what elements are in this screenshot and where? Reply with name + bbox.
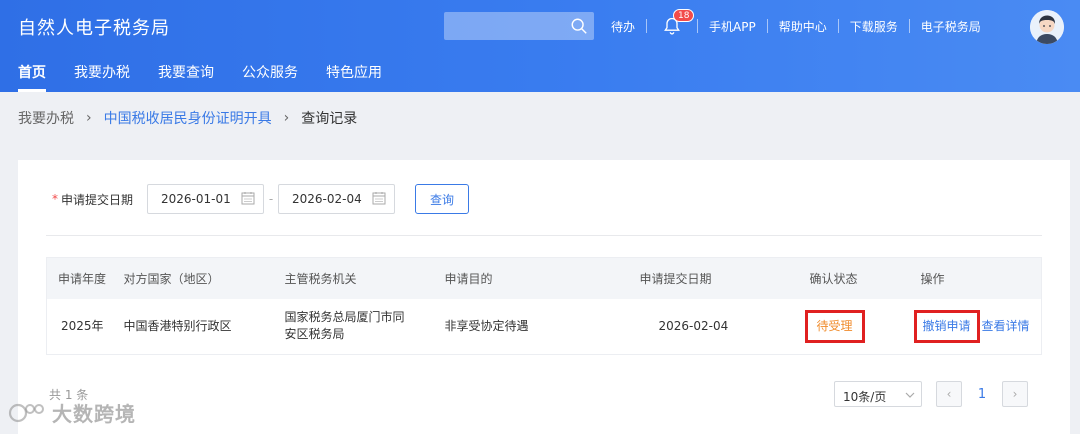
mobile-app-link[interactable]: 手机APP bbox=[698, 18, 767, 35]
main-nav: 首页 我要办税 我要查询 公众服务 特色应用 bbox=[18, 62, 410, 92]
breadcrumb-item-residency-cert[interactable]: 中国税收居民身份证明开具 bbox=[104, 108, 272, 128]
cell-purpose: 非享受协定待遇 bbox=[433, 298, 629, 355]
breadcrumb-item-do-tax[interactable]: 我要办税 bbox=[18, 108, 74, 128]
avatar[interactable] bbox=[1030, 10, 1064, 44]
page-size-value: 10条/页 bbox=[843, 390, 887, 404]
col-actions: 操作 bbox=[909, 257, 1042, 299]
e-tax-bureau-link[interactable]: 电子税务局 bbox=[910, 18, 992, 35]
end-date-value: 2026-02-04 bbox=[292, 192, 362, 206]
page-number-current[interactable]: 1 bbox=[974, 387, 990, 402]
app-title: 自然人电子税务局 bbox=[18, 18, 170, 39]
cell-status: 待受理 bbox=[798, 298, 910, 355]
view-details-link[interactable]: 查看详情 bbox=[982, 319, 1030, 333]
start-date-value: 2026-01-01 bbox=[161, 192, 231, 206]
chevron-right-icon: › bbox=[283, 110, 290, 126]
tab-query[interactable]: 我要查询 bbox=[158, 62, 214, 92]
watermark-logo-icon bbox=[8, 403, 44, 422]
records-table: 申请年度 对方国家（地区） 主管税务机关 申请目的 申请提交日期 确认状态 操作… bbox=[46, 257, 1042, 355]
cell-year: 2025年 bbox=[46, 298, 113, 355]
breadcrumb-item-query-records: 查询记录 bbox=[301, 111, 358, 127]
breadcrumb: 我要办税 › 中国税收居民身份证明开具 › 查询记录 bbox=[18, 108, 357, 128]
next-page-button[interactable]: › bbox=[1002, 381, 1028, 407]
cell-authority: 国家税务总局厦门市同安区税务局 bbox=[273, 298, 434, 355]
notification-badge: 18 bbox=[673, 9, 695, 22]
date-separator: - bbox=[268, 192, 274, 206]
page-size-select[interactable]: 10条/页 bbox=[834, 381, 922, 407]
end-date-input[interactable]: 2026-02-04 bbox=[278, 184, 396, 214]
cell-actions: 撤销申请 查看详情 bbox=[909, 298, 1042, 355]
notification-button[interactable]: 18 bbox=[647, 9, 697, 41]
watermark-text: 大数跨境 bbox=[52, 402, 136, 426]
top-links: 待办 18 手机APP 帮助中心 下载服务 电子税务局 bbox=[600, 0, 992, 52]
table-header-row: 申请年度 对方国家（地区） 主管税务机关 申请目的 申请提交日期 确认状态 操作 bbox=[46, 257, 1042, 299]
col-authority: 主管税务机关 bbox=[273, 257, 434, 299]
chevron-down-icon bbox=[905, 392, 915, 398]
start-date-input[interactable]: 2026-01-01 bbox=[147, 184, 265, 214]
calendar-icon[interactable] bbox=[241, 191, 255, 205]
search-input[interactable] bbox=[444, 12, 594, 40]
todo-link[interactable]: 待办 bbox=[600, 18, 646, 35]
tab-public-service[interactable]: 公众服务 bbox=[242, 62, 298, 92]
required-mark: * bbox=[52, 192, 58, 206]
table-row: 2025年 中国香港特别行政区 国家税务总局厦门市同安区税务局 非享受协定待遇 … bbox=[46, 298, 1042, 355]
user-avatar-icon bbox=[1030, 10, 1064, 44]
calendar-icon[interactable] bbox=[372, 191, 386, 205]
col-submit-date: 申请提交日期 bbox=[628, 257, 799, 299]
cell-country: 中国香港特别行政区 bbox=[112, 298, 274, 355]
pagination: 10条/页 ‹ 1 › bbox=[834, 381, 1028, 407]
top-header: 自然人电子税务局 待办 18 手机APP 帮助中心 下载服务 电子税务局 首页 … bbox=[0, 0, 1080, 92]
filter-label: 申请提交日期 bbox=[61, 192, 134, 207]
download-service-link[interactable]: 下载服务 bbox=[839, 18, 909, 35]
col-year: 申请年度 bbox=[46, 257, 113, 299]
section-divider bbox=[46, 235, 1042, 236]
content-panel: * 申请提交日期 2026-01-01 - 2026-02-04 查询 申请年度… bbox=[18, 160, 1070, 434]
tab-special-apps[interactable]: 特色应用 bbox=[326, 62, 382, 92]
query-button[interactable]: 查询 bbox=[415, 184, 470, 214]
col-purpose: 申请目的 bbox=[433, 257, 629, 299]
search-icon[interactable] bbox=[570, 17, 588, 35]
tab-home[interactable]: 首页 bbox=[18, 62, 46, 92]
watermark: 大数跨境 bbox=[8, 398, 136, 427]
help-center-link[interactable]: 帮助中心 bbox=[768, 18, 838, 35]
col-country: 对方国家（地区） bbox=[112, 257, 274, 299]
revoke-application-button[interactable]: 撤销申请 bbox=[913, 309, 980, 343]
tab-do-tax[interactable]: 我要办税 bbox=[74, 62, 130, 92]
prev-page-button[interactable]: ‹ bbox=[936, 381, 962, 407]
cell-submit-date: 2026-02-04 bbox=[628, 298, 799, 355]
col-status: 确认状态 bbox=[798, 257, 910, 299]
date-filter: * 申请提交日期 2026-01-01 - 2026-02-04 查询 bbox=[52, 184, 470, 214]
status-badge: 待受理 bbox=[804, 309, 865, 343]
chevron-right-icon: › bbox=[86, 110, 92, 126]
